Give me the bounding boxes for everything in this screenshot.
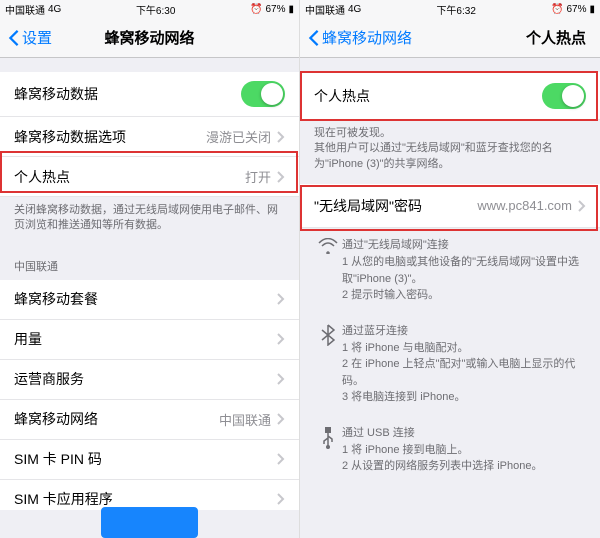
page-body: 个人热点 现在可被发现。 其他用户可以通过"无线局域网"和蓝牙查找您的名为"iP… bbox=[300, 58, 600, 538]
wifi-icon bbox=[314, 236, 342, 304]
footer-note: 关闭蜂窝移动数据，通过无线局域网使用电子邮件、网页浏览和推送通知等所有数据。 bbox=[0, 197, 299, 240]
conn-step: 1 将 iPhone 与电脑配对。 bbox=[342, 340, 586, 357]
row-label: "无线局域网"密码 bbox=[314, 196, 477, 216]
clock: 下午6:32 bbox=[361, 2, 551, 17]
row-wifi-password[interactable]: "无线局域网"密码 www.pc841.com bbox=[300, 184, 600, 228]
chevron-right-icon bbox=[277, 413, 285, 425]
back-button[interactable]: 蜂窝移动网络 bbox=[308, 27, 412, 48]
carrier-label: 中国联通 bbox=[305, 2, 345, 17]
conn-title: 通过"无线局域网"连接 bbox=[342, 236, 586, 252]
conn-step: 1 从您的电脑或其他设备的"无线局域网"设置中选取"iPhone (3)"。 bbox=[342, 254, 586, 287]
chevron-right-icon bbox=[277, 453, 285, 465]
row-label: SIM 卡 PIN 码 bbox=[14, 449, 277, 469]
row-label: 蜂窝移动网络 bbox=[14, 409, 219, 429]
chevron-right-icon bbox=[277, 131, 285, 143]
usb-icon bbox=[314, 424, 342, 475]
page-body: 蜂窝移动数据 蜂窝移动数据选项 漫游已关闭 个人热点 打开 关闭蜂窝移动数据，通… bbox=[0, 58, 299, 538]
conn-step: 3 将电脑连接到 iPhone。 bbox=[342, 389, 586, 406]
row-value: 漫游已关闭 bbox=[206, 127, 271, 146]
row-cellular-data[interactable]: 蜂窝移动数据 bbox=[0, 72, 299, 117]
battery-label: 67% bbox=[265, 4, 285, 15]
conn-title: 通过蓝牙连接 bbox=[342, 322, 586, 338]
clock: 下午6:30 bbox=[61, 2, 250, 17]
row-data-options[interactable]: 蜂窝移动数据选项 漫游已关闭 bbox=[0, 117, 299, 157]
conn-title: 通过 USB 连接 bbox=[342, 424, 542, 440]
status-bar: 中国联通4G 下午6:30 ⏰67%▮ bbox=[0, 0, 299, 18]
bluetooth-instructions: 通过蓝牙连接 1 将 iPhone 与电脑配对。 2 在 iPhone 上轻点"… bbox=[300, 314, 600, 416]
row-label: 蜂窝移动数据选项 bbox=[14, 127, 206, 147]
bluetooth-icon bbox=[314, 322, 342, 406]
discoverable-note: 现在可被发现。 其他用户可以通过"无线局域网"和蓝牙查找您的名为"iPhone … bbox=[300, 120, 600, 178]
row-label: 个人热点 bbox=[14, 167, 245, 187]
row-plan[interactable]: 蜂窝移动套餐 bbox=[0, 280, 299, 320]
section-header: 中国联通 bbox=[0, 240, 299, 280]
button-partial[interactable] bbox=[101, 507, 198, 538]
chevron-right-icon bbox=[277, 171, 285, 183]
back-label: 蜂窝移动网络 bbox=[322, 27, 412, 48]
chevron-right-icon bbox=[277, 373, 285, 385]
alarm-icon: ⏰ bbox=[551, 4, 563, 15]
battery-icon: ▮ bbox=[589, 4, 595, 15]
carrier-label: 中国联通 bbox=[5, 2, 45, 17]
row-value: 打开 bbox=[245, 167, 271, 186]
row-label: 运营商服务 bbox=[14, 369, 277, 389]
screen-cellular: 中国联通4G 下午6:30 ⏰67%▮ 设置 蜂窝移动网络 蜂窝移动数据 蜂窝移… bbox=[0, 0, 300, 538]
usb-instructions: 通过 USB 连接 1 将 iPhone 接到电脑上。 2 从设置的网络服务列表… bbox=[300, 416, 600, 485]
row-label: 蜂窝移动套餐 bbox=[14, 289, 277, 309]
signal-label: 4G bbox=[48, 4, 61, 15]
row-label: 蜂窝移动数据 bbox=[14, 84, 241, 104]
row-hotspot-toggle[interactable]: 个人热点 bbox=[300, 72, 600, 120]
chevron-right-icon bbox=[277, 293, 285, 305]
chevron-right-icon bbox=[277, 493, 285, 505]
toggle-hotspot[interactable] bbox=[542, 83, 586, 109]
row-carrier-services[interactable]: 运营商服务 bbox=[0, 360, 299, 400]
row-cellular-network[interactable]: 蜂窝移动网络 中国联通 bbox=[0, 400, 299, 440]
status-bar: 中国联通4G 下午6:32 ⏰67%▮ bbox=[300, 0, 600, 18]
back-button[interactable]: 设置 bbox=[8, 27, 52, 48]
row-label: 个人热点 bbox=[314, 86, 542, 106]
nav-bar: 设置 蜂窝移动网络 bbox=[0, 18, 299, 58]
bottom-cut bbox=[0, 510, 299, 538]
row-personal-hotspot[interactable]: 个人热点 打开 bbox=[0, 157, 299, 197]
wifi-instructions: 通过"无线局域网"连接 1 从您的电脑或其他设备的"无线局域网"设置中选取"iP… bbox=[300, 228, 600, 314]
screen-hotspot: 中国联通4G 下午6:32 ⏰67%▮ 蜂窝移动网络 个人热点 个人热点 现在可… bbox=[300, 0, 600, 538]
chevron-right-icon bbox=[578, 200, 586, 212]
chevron-right-icon bbox=[277, 333, 285, 345]
row-sim-pin[interactable]: SIM 卡 PIN 码 bbox=[0, 440, 299, 480]
conn-step: 2 提示时输入密码。 bbox=[342, 287, 586, 304]
row-label: 用量 bbox=[14, 329, 277, 349]
conn-step: 2 从设置的网络服务列表中选择 iPhone。 bbox=[342, 458, 542, 475]
conn-step: 2 在 iPhone 上轻点"配对"或输入电脑上显示的代码。 bbox=[342, 356, 586, 389]
row-usage[interactable]: 用量 bbox=[0, 320, 299, 360]
alarm-icon: ⏰ bbox=[250, 4, 262, 15]
signal-label: 4G bbox=[348, 4, 361, 15]
toggle-cellular-data[interactable] bbox=[241, 81, 285, 107]
row-value: 中国联通 bbox=[219, 410, 271, 429]
page-title: 个人热点 bbox=[526, 27, 586, 48]
battery-icon: ▮ bbox=[288, 4, 294, 15]
back-label: 设置 bbox=[22, 27, 52, 48]
row-value: www.pc841.com bbox=[477, 198, 572, 213]
battery-label: 67% bbox=[566, 4, 586, 15]
nav-bar: 蜂窝移动网络 个人热点 bbox=[300, 18, 600, 58]
conn-step: 1 将 iPhone 接到电脑上。 bbox=[342, 442, 542, 459]
